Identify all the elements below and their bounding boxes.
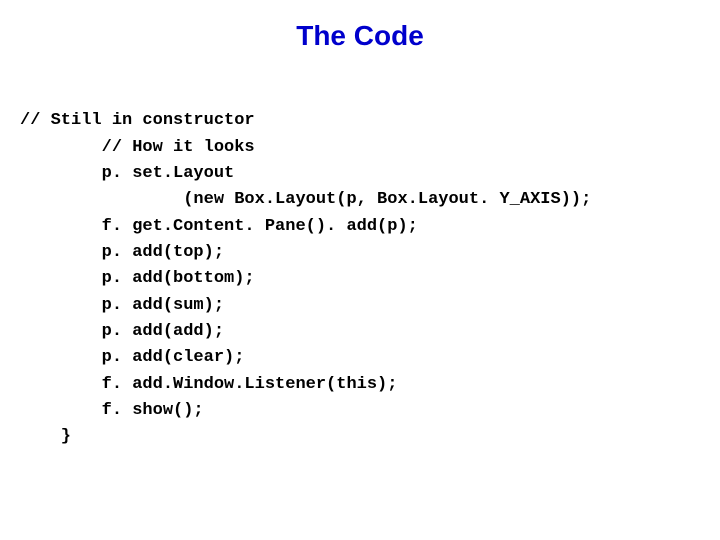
code-line: // Still in constructor bbox=[20, 111, 255, 130]
code-line: } bbox=[20, 427, 71, 446]
code-line: p. add(bottom); bbox=[20, 269, 255, 288]
code-line: p. set.Layout bbox=[20, 164, 234, 183]
code-line: p. add(add); bbox=[20, 322, 224, 341]
page-title: The Code bbox=[0, 0, 720, 82]
code-line: p. add(clear); bbox=[20, 348, 244, 367]
code-block: // Still in constructor // How it looks … bbox=[0, 82, 720, 451]
code-line: p. add(top); bbox=[20, 243, 224, 262]
code-line: f. show(); bbox=[20, 401, 204, 420]
code-line: // How it looks bbox=[20, 138, 255, 157]
code-line: f. add.Window.Listener(this); bbox=[20, 375, 397, 394]
code-line: f. get.Content. Pane(). add(p); bbox=[20, 217, 418, 236]
code-line: (new Box.Layout(p, Box.Layout. Y_AXIS)); bbox=[20, 190, 591, 209]
code-line: p. add(sum); bbox=[20, 296, 224, 315]
